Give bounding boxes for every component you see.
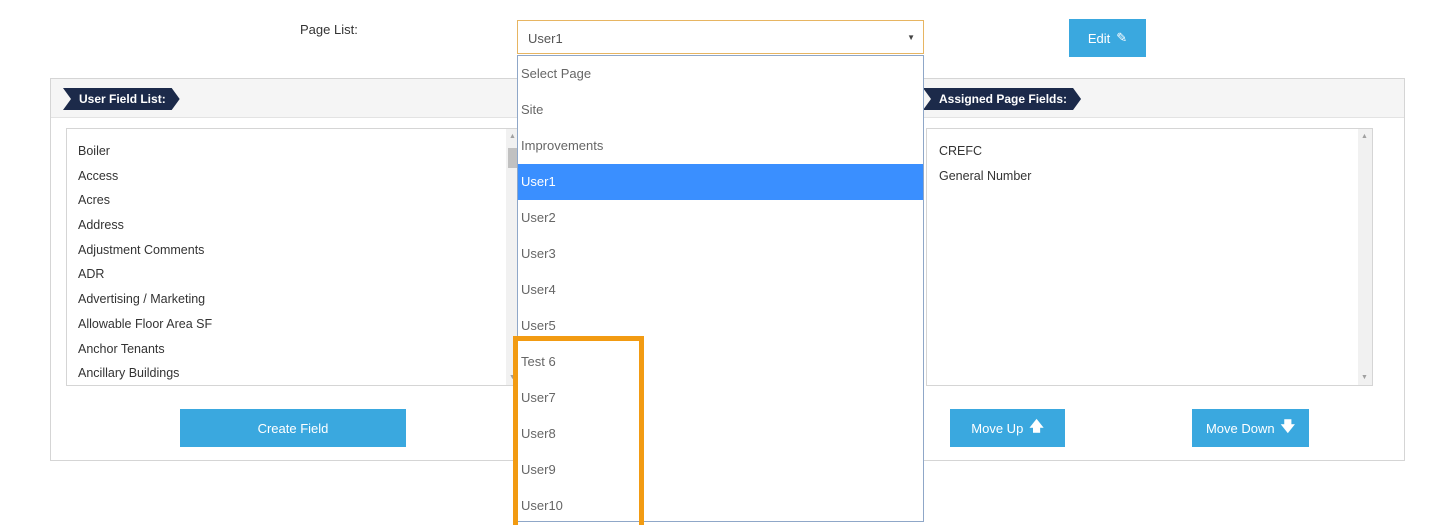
list-item[interactable]: Adjustment Comments [78, 238, 520, 263]
dropdown-option[interactable]: User3 [518, 236, 923, 272]
dropdown-option[interactable]: User2 [518, 200, 923, 236]
list-item[interactable]: Boiler [78, 139, 520, 164]
dropdown-option[interactable]: User1 [518, 164, 923, 200]
list-item[interactable]: Address [78, 213, 520, 238]
user-field-listbox[interactable]: Boiler Access Acres Address Adjustment Comme… [66, 128, 521, 386]
page-list-select[interactable]: User1 ▼ [517, 20, 924, 54]
list-item[interactable]: CREFC [939, 139, 1372, 164]
dropdown-option[interactable]: Improvements [518, 128, 923, 164]
page-list-selected-value: User1 [528, 31, 563, 46]
arrow-up-icon: 🡅 [1029, 418, 1044, 434]
move-down-label: Move Down [1205, 420, 1275, 436]
page-field-editor: Page List: User1 ▼ Edit ✎ User Field Lis… [0, 0, 1454, 525]
dropdown-option[interactable]: User4 [518, 272, 923, 308]
edit-button-label: Edit [1087, 30, 1111, 46]
list-item[interactable]: Acres [78, 188, 520, 213]
page-list-label: Page List: [300, 22, 358, 37]
arrow-down-icon: 🡇 [1280, 418, 1296, 434]
create-field-button[interactable]: Create Field [180, 409, 406, 447]
dropdown-option[interactable]: User7 [518, 380, 923, 416]
page-list-dropdown[interactable]: Select Page Site Improvements User1 User2 Use… [517, 55, 924, 522]
create-field-label: Create Field [257, 420, 329, 436]
dropdown-option[interactable]: User9 [518, 452, 923, 488]
scroll-up-icon[interactable]: ▲ [509, 133, 516, 140]
move-up-label: Move Up [971, 420, 1024, 436]
list-item[interactable]: Access [78, 164, 520, 189]
assigned-page-fields-listbox[interactable]: CREFC General Number ▲ ▼ [926, 128, 1373, 386]
edit-button[interactable]: Edit ✎ [1069, 19, 1146, 57]
assigned-fields-scrollbar[interactable]: ▲ ▼ [1358, 129, 1372, 385]
edit-icon: ✎ [1116, 30, 1128, 45]
move-up-button[interactable]: Move Up 🡅 [950, 409, 1065, 447]
dropdown-option[interactable]: User5 [518, 308, 923, 344]
list-item[interactable]: Anchor Tenants [78, 337, 520, 362]
list-item[interactable]: ADR [78, 262, 520, 287]
list-item[interactable]: Allowable Floor Area SF [78, 312, 520, 337]
user-field-list-title: User Field List: [63, 88, 180, 110]
list-item[interactable]: Ancillary Buildings [78, 361, 520, 386]
move-down-button[interactable]: Move Down 🡇 [1192, 409, 1309, 447]
list-item[interactable]: Advertising / Marketing [78, 287, 520, 312]
dropdown-option[interactable]: Select Page [518, 56, 923, 92]
list-item[interactable]: General Number [939, 164, 1372, 189]
user-field-items: Boiler Access Acres Address Adjustment Comme… [67, 129, 520, 386]
dropdown-option[interactable]: Site [518, 92, 923, 128]
dropdown-option[interactable]: User10 [518, 488, 923, 524]
assigned-page-fields-title: Assigned Page Fields: [923, 88, 1081, 110]
dropdown-option[interactable]: User8 [518, 416, 923, 452]
dropdown-option[interactable]: Test 6 [518, 344, 923, 380]
scroll-down-icon[interactable]: ▼ [509, 374, 516, 381]
scroll-up-icon[interactable]: ▲ [1361, 133, 1368, 140]
scroll-down-icon[interactable]: ▼ [1361, 374, 1368, 381]
chevron-down-icon: ▼ [907, 33, 915, 42]
assigned-field-items: CREFC General Number [927, 129, 1372, 188]
